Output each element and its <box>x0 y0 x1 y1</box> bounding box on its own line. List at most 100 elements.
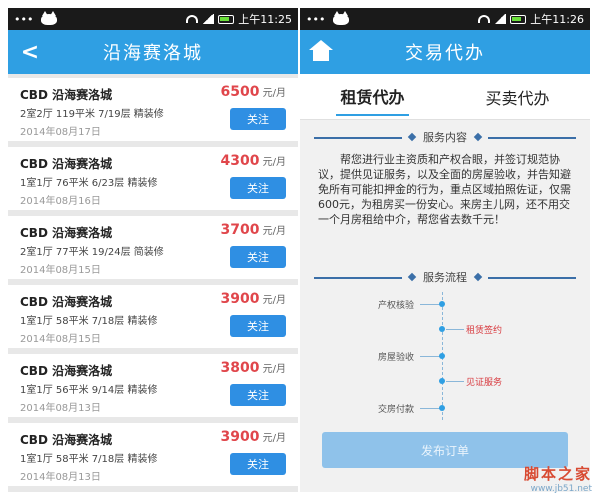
follow-button[interactable]: 关注 <box>230 108 286 130</box>
follow-button[interactable]: 关注 <box>230 384 286 406</box>
listing-date: 2014年08月15日 <box>20 334 101 345</box>
price-unit: 元/月 <box>259 433 286 444</box>
listing-title: CBD 沿海赛洛城 <box>20 157 113 171</box>
listing-item[interactable]: CBD 沿海赛洛城 6500 元/月 2室2厅 119平米 7/19层 精装修 … <box>8 78 298 141</box>
wifi-icon <box>186 15 199 23</box>
service-content-header: 服务内容 <box>300 126 590 148</box>
flow-step: 房屋验收 <box>378 353 415 363</box>
price-unit: 元/月 <box>259 226 286 237</box>
price-value: 3800 <box>220 360 260 376</box>
service-flow-header: 服务流程 <box>300 266 590 288</box>
listing-price: 3900 元/月 <box>220 291 286 307</box>
follow-button[interactable]: 关注 <box>230 453 286 475</box>
follow-button[interactable]: 关注 <box>230 315 286 337</box>
listing-item[interactable]: CBD 沿海赛洛城 4300 元/月 1室1厅 76平米 6/23层 精装修 2… <box>8 147 298 210</box>
price-value: 3900 <box>220 429 260 445</box>
back-arrow-icon: < <box>20 39 40 65</box>
divider <box>484 137 576 139</box>
diamond-icon <box>473 272 483 282</box>
listing-item[interactable]: CBD 沿海赛洛城 3700 元/月 2室1厅 77平米 19/24层 简装修 … <box>8 216 298 279</box>
divider <box>314 277 406 279</box>
agency-screen: ••• 上午11:26 交易代办 租赁代办 买卖代办 服务内容 帮您进行业主资质… <box>300 8 590 492</box>
signal-icon <box>494 14 507 24</box>
listing-date: 2014年08月13日 <box>20 472 101 483</box>
navbar: < 沿海赛洛城 <box>8 30 298 74</box>
status-time: 上午11:26 <box>530 13 584 26</box>
flow-connector <box>420 304 440 305</box>
tab-bar: 租赁代办 买卖代办 <box>300 74 590 120</box>
listing-date: 2014年08月16日 <box>20 196 101 207</box>
notification-dots: ••• <box>306 12 326 26</box>
listing-list: CBD 沿海赛洛城 6500 元/月 2室2厅 119平米 7/19层 精装修 … <box>8 74 298 492</box>
price-value: 6500 <box>220 84 260 100</box>
flow-connector <box>420 356 440 357</box>
flow-dot <box>439 301 445 307</box>
flow-dot <box>439 353 445 359</box>
status-bar: ••• 上午11:26 <box>300 8 590 30</box>
watermark-logo: 脚本之家 www.jb51.net <box>524 463 592 494</box>
wifi-icon <box>478 15 491 23</box>
listing-meta: 2室2厅 119平米 7/19层 精装修 <box>20 109 164 120</box>
listing-title: CBD 沿海赛洛城 <box>20 226 113 240</box>
listing-price: 4300 元/月 <box>220 153 286 169</box>
price-value: 4300 <box>220 153 260 169</box>
tab-sale-agency[interactable]: 买卖代办 <box>481 79 553 115</box>
diamond-icon <box>473 132 483 142</box>
listing-price: 3900 元/月 <box>220 429 286 445</box>
signal-icon <box>202 14 215 24</box>
watermark-text: 脚本之家 <box>523 465 592 483</box>
listing-meta: 1室1厅 76平米 6/23层 精装修 <box>20 178 158 189</box>
listing-title: CBD 沿海赛洛城 <box>20 295 113 309</box>
listing-date: 2014年08月17日 <box>20 127 101 138</box>
flow-dot <box>439 378 445 384</box>
cat-notification-icon <box>333 10 350 25</box>
follow-button[interactable]: 关注 <box>230 177 286 199</box>
flow-step: 租赁签约 <box>466 326 503 336</box>
listing-meta: 2室1厅 77平米 19/24层 简装修 <box>20 247 164 258</box>
section-title: 服务流程 <box>419 269 471 285</box>
navbar: 交易代办 <box>300 30 590 74</box>
listing-date: 2014年08月15日 <box>20 265 101 276</box>
cat-notification-icon <box>41 10 58 25</box>
screenshot-composite: ••• 上午11:25 < 沿海赛洛城 CBD 沿海赛洛城 6500 元/月 2… <box>0 0 598 500</box>
battery-icon <box>510 14 527 24</box>
listing-meta: 1室1厅 56平米 9/14层 精装修 <box>20 385 158 396</box>
status-bar: ••• 上午11:25 <box>8 8 298 30</box>
flow-connector <box>420 408 440 409</box>
flow-step: 交房付款 <box>378 405 415 415</box>
price-unit: 元/月 <box>259 157 286 168</box>
back-button[interactable]: < <box>16 38 44 66</box>
price-unit: 元/月 <box>259 88 286 99</box>
status-time: 上午11:25 <box>238 13 292 26</box>
diamond-icon <box>407 132 417 142</box>
listing-item[interactable]: CBD 沿海赛洛城 3900 元/月 1室1厅 58平米 7/18层 精装修 2… <box>8 285 298 348</box>
service-flow-diagram: 产权核验 租赁签约 房屋验收 见证服务 交房付款 <box>300 288 590 428</box>
listing-price: 3700 元/月 <box>220 222 286 238</box>
flow-connector <box>446 329 464 330</box>
listing-price: 6500 元/月 <box>220 84 286 100</box>
notification-dots: ••• <box>14 12 34 26</box>
tab-rental-agency[interactable]: 租赁代办 <box>336 78 409 116</box>
follow-button[interactable]: 关注 <box>230 246 286 268</box>
price-value: 3700 <box>220 222 260 238</box>
listing-date: 2014年08月13日 <box>20 403 101 414</box>
flow-dot <box>439 405 445 411</box>
page-title: 沿海赛洛城 <box>103 43 203 64</box>
listing-meta: 1室1厅 58平米 7/18层 精装修 <box>20 454 158 465</box>
price-unit: 元/月 <box>259 295 286 306</box>
service-description: 帮您进行业主资质和产权合眼，并签订规范协议，提供见证服务，以及全面的房屋验收，并… <box>318 153 571 226</box>
battery-icon <box>218 14 235 24</box>
section-title: 服务内容 <box>419 129 471 145</box>
price-value: 3900 <box>220 291 260 307</box>
divider <box>314 137 406 139</box>
flow-step: 见证服务 <box>466 378 503 388</box>
divider <box>484 277 576 279</box>
listing-title: CBD 沿海赛洛城 <box>20 88 113 102</box>
listing-screen: ••• 上午11:25 < 沿海赛洛城 CBD 沿海赛洛城 6500 元/月 2… <box>8 8 298 492</box>
listing-item[interactable]: CBD 沿海赛洛城 3800 元/月 1室1厅 56平米 9/14层 精装修 2… <box>8 354 298 417</box>
listing-meta: 1室1厅 58平米 7/18层 精装修 <box>20 316 158 327</box>
listing-title: CBD 沿海赛洛城 <box>20 364 113 378</box>
home-button[interactable] <box>306 36 336 66</box>
listing-title: CBD 沿海赛洛城 <box>20 433 113 447</box>
listing-item[interactable]: CBD 沿海赛洛城 3900 元/月 1室1厅 58平米 7/18层 精装修 2… <box>8 423 298 486</box>
